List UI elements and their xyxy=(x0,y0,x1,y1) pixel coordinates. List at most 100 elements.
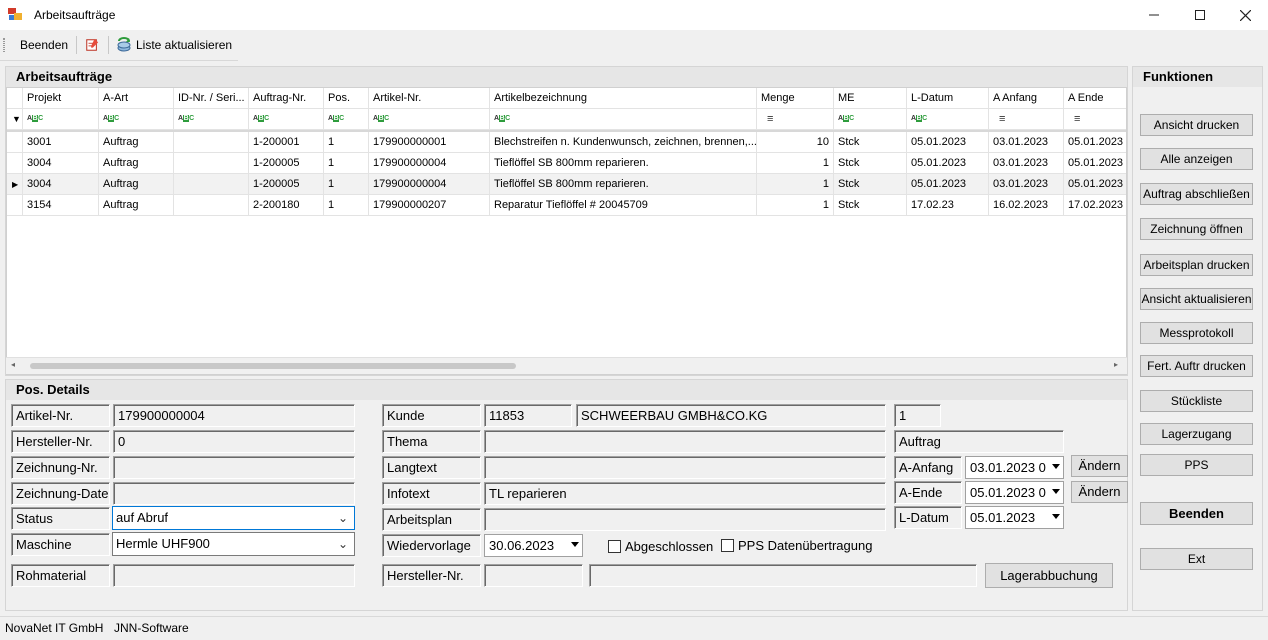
column-filter-cell[interactable]: ≡ xyxy=(1064,109,1126,130)
column-header[interactable]: ME xyxy=(834,88,907,109)
column-header[interactable]: Auftrag-Nr. xyxy=(249,88,324,109)
table-cell[interactable]: 03.01.2023 xyxy=(989,153,1064,174)
text-filter-icon[interactable]: ABC xyxy=(911,115,927,123)
beenden-button[interactable]: Beenden xyxy=(1140,502,1253,525)
table-cell[interactable]: 1 xyxy=(757,174,834,195)
auftrag-abschliessen-button[interactable]: Auftrag abschließen xyxy=(1140,183,1253,205)
lagerabbuchung-button[interactable]: Lagerabbuchung xyxy=(985,563,1113,588)
hersteller-nr-field[interactable]: 0 xyxy=(113,430,355,453)
table-cell[interactable]: Blechstreifen n. Kundenwunsch, zeichnen,… xyxy=(490,132,757,153)
kunde-extra-field[interactable]: 1 xyxy=(894,404,941,427)
table-cell[interactable]: 17.02.23 xyxy=(907,195,989,216)
ansicht-drucken-button[interactable]: Ansicht drucken xyxy=(1140,114,1253,136)
table-cell[interactable]: 1 xyxy=(324,195,369,216)
table-cell[interactable]: 16.02.2023 xyxy=(989,195,1064,216)
infotext-field[interactable]: TL reparieren xyxy=(484,482,886,505)
equals-filter-icon[interactable]: ≡ xyxy=(761,113,773,125)
column-filter-cell[interactable]: ≡ xyxy=(989,109,1064,130)
scroll-left-icon[interactable]: ◂ xyxy=(11,360,15,369)
column-filter-cell[interactable]: ABC xyxy=(369,109,490,130)
toolbar-beenden-button[interactable]: Beenden xyxy=(16,34,72,56)
row-header[interactable]: ▶ xyxy=(7,174,23,195)
langtext-field[interactable] xyxy=(484,456,886,479)
maximize-button[interactable] xyxy=(1177,0,1223,30)
column-filter-cell[interactable]: ABC xyxy=(249,109,324,130)
row-header[interactable] xyxy=(7,195,23,216)
text-filter-icon[interactable]: ABC xyxy=(253,115,269,123)
table-cell[interactable]: 3154 xyxy=(23,195,99,216)
status-select[interactable]: auf Abruf ⌄ xyxy=(112,506,355,530)
zeichnung-nr-field[interactable] xyxy=(113,456,355,479)
arbeitsplan-drucken-button[interactable]: Arbeitsplan drucken xyxy=(1140,254,1253,276)
table-cell[interactable]: 179900000004 xyxy=(369,153,490,174)
text-filter-icon[interactable]: ABC xyxy=(838,115,854,123)
text-filter-icon[interactable]: ABC xyxy=(103,115,119,123)
dropdown-arrow-icon[interactable] xyxy=(1052,489,1060,494)
table-cell[interactable]: 1 xyxy=(324,132,369,153)
chevron-down-icon[interactable]: ⌄ xyxy=(338,533,348,555)
table-cell[interactable]: Auftrag xyxy=(99,195,174,216)
column-filter-cell[interactable]: ABC xyxy=(490,109,757,130)
column-header[interactable]: A-Art xyxy=(99,88,174,109)
auftrag-type-field[interactable]: Auftrag xyxy=(894,430,1064,453)
maschine-select[interactable]: Hermle UHF900 ⌄ xyxy=(112,532,355,556)
column-header[interactable]: Menge xyxy=(757,88,834,109)
table-cell[interactable] xyxy=(174,174,249,195)
aendern-anfang-button[interactable]: Ändern xyxy=(1071,455,1128,477)
table-cell[interactable] xyxy=(174,153,249,174)
toolbar-refresh-button[interactable]: Liste aktualisieren xyxy=(112,34,236,56)
a-ende-date-picker[interactable]: 05.01.2023 0 xyxy=(965,481,1064,504)
hersteller-nr2-field[interactable] xyxy=(484,564,583,587)
column-filter-cell[interactable]: ABC xyxy=(174,109,249,130)
wiedervorlage-date-picker[interactable]: 30.06.2023 xyxy=(484,534,583,557)
fert-auftr-drucken-button[interactable]: Fert. Auftr drucken xyxy=(1140,355,1253,377)
table-cell[interactable]: 179900000004 xyxy=(369,174,490,195)
table-cell[interactable]: 3001 xyxy=(23,132,99,153)
dropdown-arrow-icon[interactable] xyxy=(1052,514,1060,519)
scrollbar-thumb[interactable] xyxy=(30,363,516,369)
aendern-ende-button[interactable]: Ändern xyxy=(1071,481,1128,503)
table-cell[interactable]: Stck xyxy=(834,153,907,174)
column-filter-cell[interactable]: ABC xyxy=(834,109,907,130)
table-cell[interactable]: 1 xyxy=(324,174,369,195)
text-filter-icon[interactable]: ABC xyxy=(494,115,510,123)
ext-button[interactable]: Ext xyxy=(1140,548,1253,570)
messprotokoll-button[interactable]: Messprotokoll xyxy=(1140,322,1253,344)
table-cell[interactable]: 1 xyxy=(757,195,834,216)
scroll-right-icon[interactable]: ▸ xyxy=(1114,360,1118,369)
table-cell[interactable]: Tieflöffel SB 800mm reparieren. xyxy=(490,153,757,174)
table-cell[interactable]: 3004 xyxy=(23,153,99,174)
zeichnung-oeffnen-button[interactable]: Zeichnung öffnen xyxy=(1140,218,1253,240)
kunde-name-field[interactable]: SCHWEERBAU GMBH&CO.KG xyxy=(576,404,886,427)
table-cell[interactable]: Reparatur Tieflöffel # 20045709 xyxy=(490,195,757,216)
table-cell[interactable]: 1 xyxy=(324,153,369,174)
table-cell[interactable]: 05.01.2023 xyxy=(1064,153,1126,174)
toolbar-note-button[interactable] xyxy=(81,34,103,56)
ansicht-aktualisieren-button[interactable]: Ansicht aktualisieren xyxy=(1140,288,1253,310)
alle-anzeigen-button[interactable]: Alle anzeigen xyxy=(1140,148,1253,170)
column-filter-cell[interactable]: ABC xyxy=(907,109,989,130)
l-datum-date-picker[interactable]: 05.01.2023 xyxy=(965,506,1064,529)
close-button[interactable] xyxy=(1222,0,1268,30)
table-cell[interactable]: Stck xyxy=(834,174,907,195)
table-cell[interactable]: 05.01.2023 xyxy=(907,132,989,153)
table-cell[interactable]: 1-200001 xyxy=(249,132,324,153)
row-header[interactable] xyxy=(7,132,23,153)
hersteller-nr2-extra-field[interactable] xyxy=(589,564,977,587)
table-cell[interactable]: 05.01.2023 xyxy=(907,153,989,174)
lagerzugang-button[interactable]: Lagerzugang xyxy=(1140,423,1253,445)
artikel-nr-field[interactable]: 179900000004 xyxy=(113,404,355,427)
thema-field[interactable] xyxy=(484,430,886,453)
table-cell[interactable]: 179900000001 xyxy=(369,132,490,153)
zeichnung-date-field[interactable] xyxy=(113,482,355,505)
column-header[interactable]: ID-Nr. / Seri... xyxy=(174,88,249,109)
column-filter-cell[interactable]: ABC xyxy=(23,109,99,130)
text-filter-icon[interactable]: ABC xyxy=(178,115,194,123)
text-filter-icon[interactable]: ABC xyxy=(328,115,344,123)
table-cell[interactable]: Auftrag xyxy=(99,174,174,195)
stueckliste-button[interactable]: Stückliste xyxy=(1140,390,1253,412)
row-header[interactable] xyxy=(7,153,23,174)
table-cell[interactable]: 17.02.2023 xyxy=(1064,195,1126,216)
column-header[interactable]: Artikel-Nr. xyxy=(369,88,490,109)
table-cell[interactable]: 03.01.2023 xyxy=(989,174,1064,195)
